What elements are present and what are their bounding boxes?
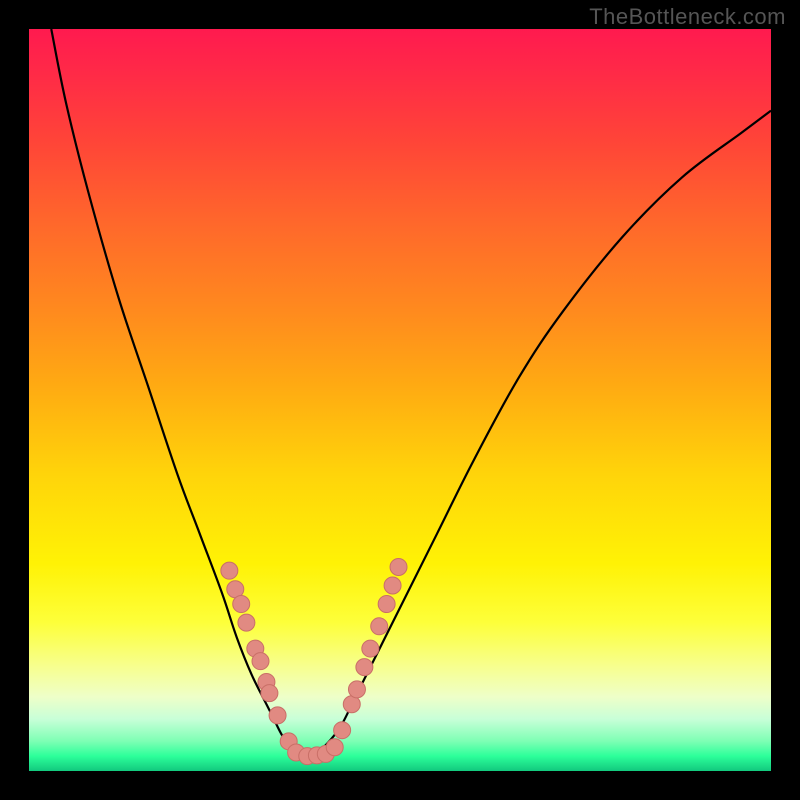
watermark-text: TheBottleneck.com <box>589 4 786 30</box>
data-point <box>362 640 379 657</box>
plot-area <box>29 29 771 771</box>
data-point <box>269 707 286 724</box>
data-point <box>356 659 373 676</box>
data-point <box>261 685 278 702</box>
data-point <box>384 577 401 594</box>
curve-lines <box>51 29 771 756</box>
bottleneck-curve-right <box>304 111 771 757</box>
bottleneck-curve-left <box>51 29 303 756</box>
data-point <box>252 653 269 670</box>
curve-svg <box>29 29 771 771</box>
data-point <box>326 739 343 756</box>
data-point <box>334 722 351 739</box>
data-point <box>390 558 407 575</box>
data-point <box>348 681 365 698</box>
data-point <box>378 596 395 613</box>
highlighted-points <box>221 558 407 764</box>
data-point <box>233 596 250 613</box>
data-point <box>371 618 388 635</box>
data-point <box>238 614 255 631</box>
data-point <box>221 562 238 579</box>
chart-container: TheBottleneck.com <box>0 0 800 800</box>
